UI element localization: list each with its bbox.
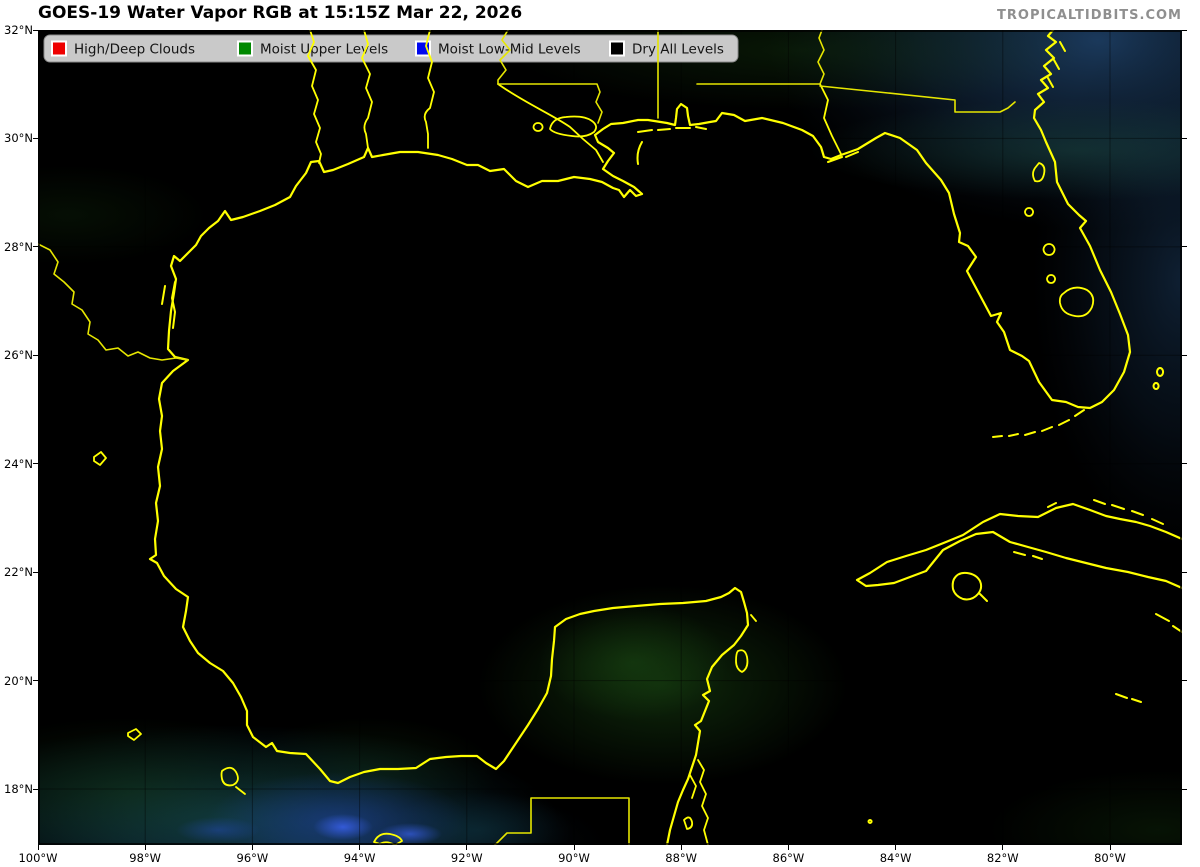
- lat-tick-right: [1182, 29, 1187, 31]
- lon-label-90w: 90°W: [558, 851, 590, 865]
- lat-tick-left: [33, 463, 38, 465]
- dry-all-levels-swatch: [609, 40, 625, 57]
- lat-tick-right: [1182, 137, 1187, 139]
- lon-label-84w: 84°W: [879, 851, 912, 865]
- legend-item-moist-low-mid-levels: Moist Low-Mid Levels: [415, 40, 581, 58]
- lon-tick: [895, 845, 897, 850]
- legend-item-high-deep-clouds: High/Deep Clouds: [51, 40, 195, 58]
- lon-tick: [37, 845, 39, 850]
- moist-upper-levels-swatch: [237, 40, 253, 57]
- lat-tick-left: [33, 29, 38, 31]
- lon-tick: [466, 845, 468, 850]
- lon-label-86w: 86°W: [772, 851, 805, 865]
- lat-label-24n: 24°N: [4, 456, 33, 471]
- legend-label-dry-all-levels: Dry All Levels: [632, 42, 724, 58]
- lon-tick: [1109, 845, 1111, 850]
- lon-tick: [573, 845, 575, 850]
- lat-tick-right: [1182, 788, 1187, 790]
- map-legend: High/Deep Clouds Moist Upper Levels Moist …: [43, 34, 739, 63]
- lon-label-88w: 88°W: [665, 851, 698, 865]
- satellite-map: High/Deep Clouds Moist Upper Levels Moist …: [38, 30, 1182, 845]
- lat-tick-left: [33, 788, 38, 790]
- lat-label-28n: 28°N: [4, 239, 33, 254]
- lon-tick: [680, 845, 682, 850]
- lon-tick: [787, 845, 789, 850]
- lat-label-18n: 18°N: [4, 782, 33, 796]
- weather-map-page: GOES-19 Water Vapor RGB at 15:15Z Mar 22…: [0, 0, 1200, 867]
- lat-tick-left: [33, 680, 38, 682]
- lon-label-96w: 96°W: [236, 851, 269, 865]
- lat-label-26n: 26°N: [4, 348, 33, 363]
- lon-label-92w: 92°W: [450, 851, 483, 865]
- page-title: GOES-19 Water Vapor RGB at 15:15Z Mar 22…: [38, 3, 523, 23]
- lon-label-94w: 94°W: [343, 851, 376, 865]
- lat-tick-left: [33, 571, 38, 573]
- lat-tick-right: [1182, 246, 1187, 248]
- lat-tick-left: [33, 354, 38, 356]
- lon-label-100w: 100°W: [18, 851, 58, 865]
- legend-label-moist-upper-levels: Moist Upper Levels: [260, 42, 388, 58]
- site-watermark: TROPICALTIDBITS.COM: [997, 8, 1182, 23]
- lat-label-20n: 20°N: [4, 673, 33, 688]
- lon-label-80w: 80°W: [1094, 851, 1126, 865]
- lon-tick: [1002, 845, 1004, 850]
- lat-tick-left: [33, 137, 38, 139]
- lat-label-32n: 32°N: [4, 23, 33, 37]
- lon-tick: [251, 845, 253, 850]
- lat-tick-right: [1182, 354, 1187, 356]
- lon-label-98w: 98°W: [129, 851, 162, 865]
- lon-tick: [144, 845, 146, 850]
- lat-tick-right: [1182, 571, 1187, 573]
- lat-tick-right: [1182, 463, 1187, 465]
- lon-label-82w: 82°W: [986, 851, 1019, 865]
- lon-tick: [359, 845, 361, 850]
- lat-tick-left: [33, 246, 38, 248]
- lat-label-30n: 30°N: [4, 131, 33, 146]
- lat-tick-right: [1182, 680, 1187, 682]
- map-svg: High/Deep Clouds Moist Upper Levels Moist …: [38, 30, 1182, 845]
- legend-label-high-deep-clouds: High/Deep Clouds: [74, 42, 195, 58]
- lat-label-22n: 22°N: [4, 565, 33, 580]
- high-deep-clouds-swatch: [51, 40, 67, 57]
